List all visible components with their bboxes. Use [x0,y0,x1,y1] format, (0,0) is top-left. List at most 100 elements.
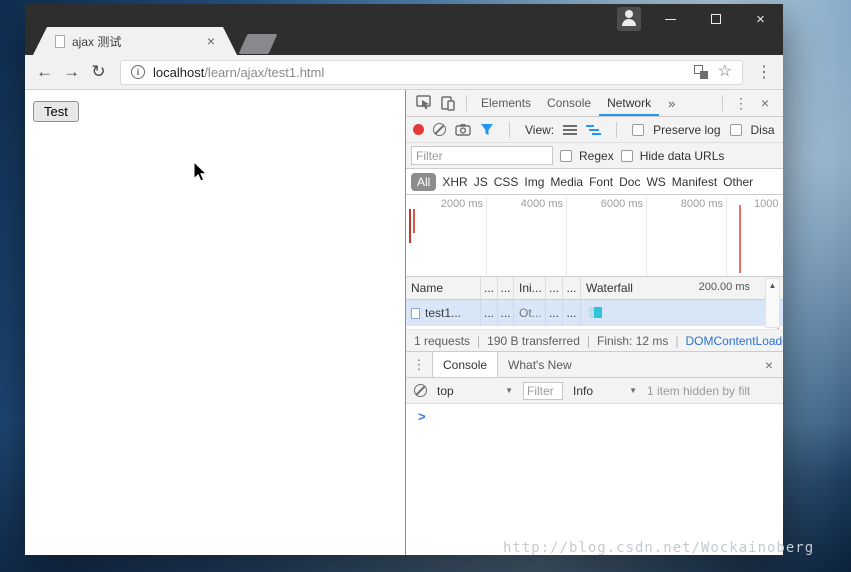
timeline-label: 2000 ms [441,198,483,210]
execution-context-dropdown[interactable]: top ▼ [437,384,513,398]
drawer-tab-console[interactable]: Console [432,352,498,377]
view-label: View: [525,123,554,137]
console-body[interactable]: > [406,404,783,555]
devtools-menu-icon[interactable]: ⋮ [729,95,753,112]
drawer-menu-icon[interactable]: ⋮ [406,352,432,377]
summary-transferred: 190 B transferred [487,334,580,348]
tab-elements[interactable]: Elements [473,90,539,116]
refresh-button[interactable]: ↻ [85,59,112,86]
column-initiator[interactable]: Ini... [514,277,546,299]
table-scrollbar[interactable]: ▲ [765,278,780,328]
load-event-line [739,205,741,273]
maximize-button[interactable] [693,4,738,34]
filter-ws[interactable]: WS [646,175,665,189]
drawer-tab-whats-new[interactable]: What's New [498,352,582,377]
network-filter-row: Regex Hide data URLs [406,143,783,169]
profile-person-icon [625,10,633,18]
hidden-items-note: 1 item hidden by filt [647,384,750,398]
record-icon[interactable] [413,124,424,135]
network-toolbar: View: Preserve log Disa [406,117,783,143]
screenshot-camera-icon[interactable] [455,123,471,136]
content-area: Test Elements Console Network » [25,90,783,555]
column-status[interactable]: ... [481,277,498,299]
filter-doc[interactable]: Doc [619,175,640,189]
column-waterfall[interactable]: Waterfall 200.00 ms [581,277,783,299]
page-doc-icon [55,35,65,48]
browser-titlebar: ajax 测试 × × [25,4,783,55]
web-page: Test [25,90,405,555]
filter-all[interactable]: All [411,173,436,191]
address-bar[interactable]: i localhost/learn/ajax/test1.html ☆ [120,60,743,85]
bookmark-star-icon[interactable]: ☆ [718,64,732,80]
hide-data-urls-label: Hide data URLs [640,149,725,163]
window-controls: × [648,4,783,34]
close-window-button[interactable]: × [738,4,783,34]
column-size[interactable]: ... [546,277,563,299]
test-button[interactable]: Test [33,101,79,122]
filter-xhr[interactable]: XHR [442,175,467,189]
disable-cache-checkbox[interactable] [730,124,742,136]
drawer-tabbar: ⋮ Console What's New × [406,352,783,378]
request-row[interactable]: test1... ... ... Ot... ... ... [406,300,783,326]
browser-tab[interactable]: ajax 测试 × [33,27,237,55]
log-level-dropdown[interactable]: Info ▼ [573,384,637,398]
request-waterfall-cell [581,300,783,326]
filter-js[interactable]: JS [474,175,488,189]
devtools-panel: Elements Console Network » ⋮ × [405,90,783,555]
back-button[interactable]: ← [31,59,58,86]
request-doc-icon [411,308,420,319]
console-clear-icon[interactable] [414,384,427,397]
column-type[interactable]: ... [498,277,514,299]
more-tabs-icon[interactable]: » [659,96,684,111]
console-toolbar: top ▼ Info ▼ 1 item hidden by filt [406,378,783,404]
summary-finish: Finish: 12 ms [597,334,668,348]
screen: ajax 测试 × × ← → ↻ i localhost/learn/ajax… [0,0,851,572]
browser-menu-icon[interactable]: ⋮ [751,62,777,82]
device-toolbar-icon[interactable] [440,95,456,111]
watermark-text: http://blog.csdn.net/Wockainoberg [503,540,814,556]
regex-checkbox[interactable] [560,150,572,162]
drawer-close-icon[interactable]: × [755,352,783,377]
inspect-element-icon[interactable] [416,95,432,111]
tab-console[interactable]: Console [539,90,599,116]
minimize-button[interactable] [648,4,693,34]
network-filter-input[interactable] [411,146,553,165]
filter-media[interactable]: Media [550,175,583,189]
filter-css[interactable]: CSS [494,175,519,189]
request-rows-view-icon[interactable] [563,124,577,136]
hide-data-urls-checkbox[interactable] [621,150,633,162]
devtools-tabbar: Elements Console Network » ⋮ × [406,90,783,117]
request-status-cell: ... [481,300,498,326]
timeline-label: 4000 ms [521,198,563,210]
column-time[interactable]: ... [563,277,581,299]
column-name[interactable]: Name [406,277,481,299]
filter-other[interactable]: Other [723,175,753,189]
filter-img[interactable]: Img [524,175,544,189]
devtools-close-icon[interactable]: × [753,95,777,111]
console-filter-input[interactable] [523,382,563,400]
forward-button[interactable]: → [58,59,85,86]
filter-funnel-icon[interactable] [480,123,494,136]
filter-manifest[interactable]: Manifest [672,175,717,189]
clear-icon[interactable] [433,123,446,136]
page-info-icon[interactable]: i [131,65,145,79]
network-overview-timeline[interactable]: 2000 ms 4000 ms 6000 ms 8000 ms 1000 [406,195,783,277]
request-activity-mark [409,209,411,243]
tab-title: ajax 测试 [72,33,121,50]
overview-waterfall-icon[interactable] [586,124,601,136]
scroll-up-icon[interactable]: ▲ [766,279,779,293]
minimize-icon [665,19,676,20]
filter-font[interactable]: Font [589,175,613,189]
profile-button[interactable] [617,7,641,31]
translate-icon[interactable] [694,65,708,79]
tab-close-icon[interactable]: × [207,34,215,48]
new-tab-button[interactable] [239,34,278,54]
chevron-down-icon: ▼ [629,386,637,395]
console-prompt-icon[interactable]: > [418,409,426,424]
timeline-label: 8000 ms [681,198,723,210]
tab-network[interactable]: Network [599,90,659,116]
preserve-log-checkbox[interactable] [632,124,644,136]
regex-label: Regex [579,149,614,163]
gridline [646,195,647,276]
summary-requests: 1 requests [414,334,470,348]
